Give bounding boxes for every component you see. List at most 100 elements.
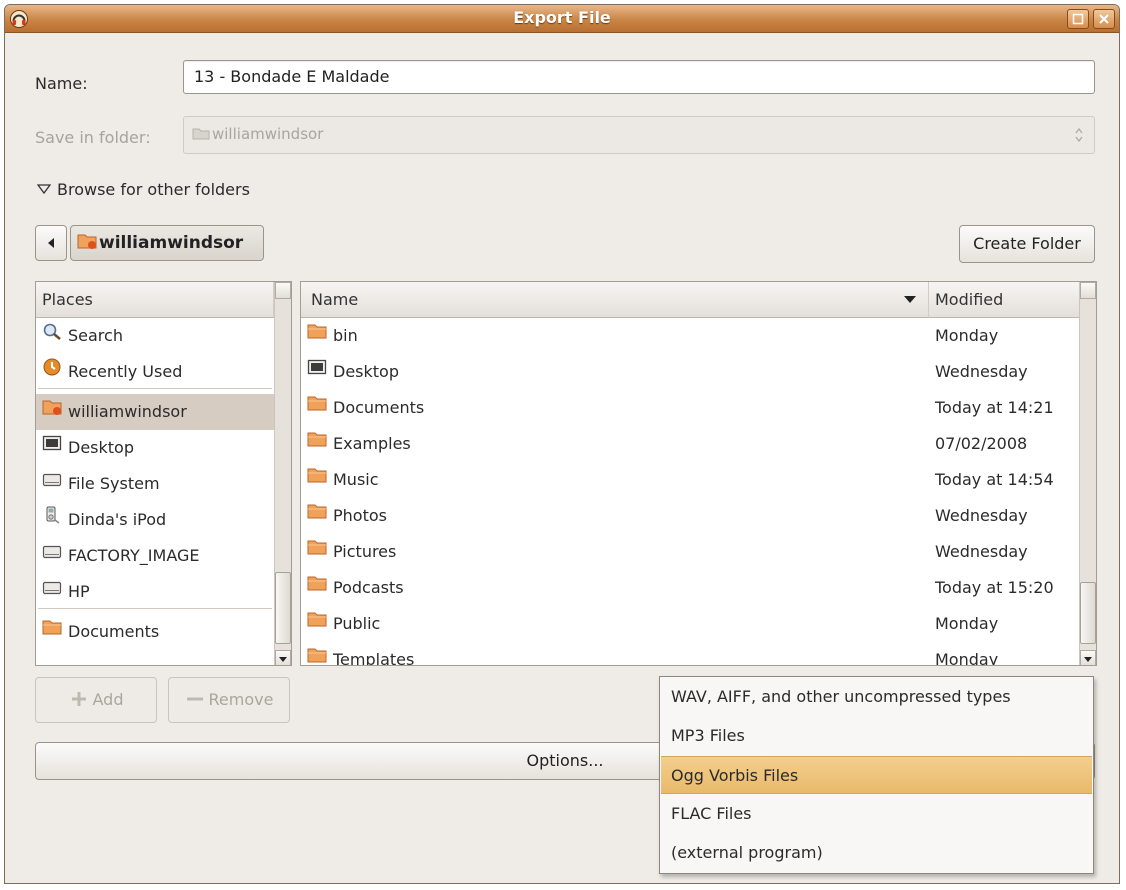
add-label: Add bbox=[92, 690, 124, 709]
title-bar[interactable]: Export File bbox=[5, 5, 1119, 33]
window-title: Export File bbox=[513, 8, 611, 27]
name-input[interactable]: 13 - Bondade E Maldade bbox=[183, 60, 1095, 94]
minus-icon bbox=[186, 697, 203, 701]
places-item[interactable]: Search bbox=[36, 318, 274, 354]
file-row[interactable]: Public Monday bbox=[301, 606, 1080, 642]
places-item[interactable]: Desktop bbox=[36, 430, 274, 466]
places-item-label: Recently Used bbox=[68, 362, 183, 381]
save-in-folder-combo: williamwindsor bbox=[183, 116, 1095, 154]
file-modified: Wednesday bbox=[935, 362, 1028, 381]
drive-icon bbox=[42, 465, 62, 501]
drive-icon bbox=[42, 573, 62, 609]
file-name: Templates bbox=[333, 650, 415, 666]
places-item[interactable]: FACTORY_IMAGE bbox=[36, 538, 274, 574]
folder-icon bbox=[307, 533, 327, 569]
down-arrow-icon bbox=[1084, 657, 1092, 662]
places-separator bbox=[38, 608, 272, 609]
combo-arrows-icon bbox=[1075, 127, 1083, 143]
sort-down-icon bbox=[904, 296, 916, 303]
places-separator bbox=[38, 388, 272, 389]
file-row[interactable]: Pictures Wednesday bbox=[301, 534, 1080, 570]
file-name: Photos bbox=[333, 506, 387, 525]
file-name: Podcasts bbox=[333, 578, 404, 597]
file-modified: Wednesday bbox=[935, 542, 1028, 561]
file-row[interactable]: Desktop Wednesday bbox=[301, 354, 1080, 390]
search-icon bbox=[42, 317, 62, 353]
folder-icon bbox=[307, 641, 327, 666]
menu-item-ogg-vorbis[interactable]: Ogg Vorbis Files bbox=[661, 756, 1092, 794]
menu-item-mp3[interactable]: MP3 Files bbox=[661, 717, 1092, 755]
close-icon bbox=[1099, 14, 1109, 24]
file-name: Documents bbox=[333, 398, 425, 417]
file-row[interactable]: Music Today at 14:54 bbox=[301, 462, 1080, 498]
files-scrollbar[interactable] bbox=[1079, 282, 1096, 665]
file-modified: Today at 14:21 bbox=[935, 398, 1054, 417]
menu-item-flac[interactable]: FLAC Files bbox=[661, 795, 1092, 833]
places-item[interactable]: Documents bbox=[36, 614, 274, 650]
remove-bookmark-button[interactable]: Remove bbox=[168, 677, 290, 723]
recent-icon bbox=[42, 353, 62, 389]
places-item[interactable]: Dinda's iPod bbox=[36, 502, 274, 538]
folder-icon bbox=[307, 389, 327, 425]
file-row[interactable]: Documents Today at 14:21 bbox=[301, 390, 1080, 426]
remove-label: Remove bbox=[208, 690, 274, 709]
file-row[interactable]: Podcasts Today at 15:20 bbox=[301, 570, 1080, 606]
desktop-icon bbox=[42, 429, 62, 465]
path-button-home[interactable]: williamwindsor bbox=[70, 225, 264, 261]
path-button-label: williamwindsor bbox=[99, 233, 244, 253]
file-modified: Monday bbox=[935, 650, 999, 666]
name-label: Name: bbox=[35, 74, 88, 93]
file-row[interactable]: bin Monday bbox=[301, 318, 1080, 354]
add-bookmark-button[interactable]: Add bbox=[35, 677, 157, 723]
name-column-header[interactable]: Name bbox=[301, 282, 929, 318]
file-name: Desktop bbox=[333, 362, 399, 381]
file-row[interactable]: Examples 07/02/2008 bbox=[301, 426, 1080, 462]
file-modified: Monday bbox=[935, 614, 999, 633]
places-item[interactable]: File System bbox=[36, 466, 274, 502]
modified-column-header[interactable]: Modified bbox=[929, 282, 1080, 318]
places-item[interactable]: HP bbox=[36, 574, 274, 610]
places-panel: Places Search Recently Used williamwindsor… bbox=[35, 281, 292, 666]
places-scrollbar[interactable] bbox=[274, 282, 291, 665]
file-modified: Today at 15:20 bbox=[935, 578, 1054, 597]
folder-icon bbox=[307, 317, 327, 353]
home-folder-icon bbox=[77, 234, 97, 249]
places-item-label: williamwindsor bbox=[68, 402, 187, 421]
folder-icon bbox=[307, 569, 327, 605]
close-button[interactable] bbox=[1093, 9, 1115, 29]
menu-item-external-program[interactable]: (external program) bbox=[661, 834, 1092, 872]
create-folder-button[interactable]: Create Folder bbox=[959, 225, 1095, 263]
places-item-label: File System bbox=[68, 474, 160, 493]
maximize-button[interactable] bbox=[1067, 9, 1089, 29]
places-item[interactable]: williamwindsor bbox=[36, 394, 274, 430]
left-arrow-icon bbox=[48, 238, 54, 248]
menu-item-uncompressed[interactable]: WAV, AIFF, and other uncompressed types bbox=[661, 678, 1092, 716]
scroll-down-arrow[interactable] bbox=[275, 650, 291, 665]
places-item-label: FACTORY_IMAGE bbox=[68, 546, 200, 565]
file-row[interactable]: Templates Monday bbox=[301, 641, 1080, 666]
file-modified: Wednesday bbox=[935, 506, 1028, 525]
places-item-label: HP bbox=[68, 582, 90, 601]
file-name: Public bbox=[333, 614, 381, 633]
scroll-down-arrow[interactable] bbox=[1080, 650, 1096, 665]
places-item[interactable]: Recently Used bbox=[36, 354, 274, 390]
places-scroll-thumb[interactable] bbox=[275, 572, 291, 644]
path-back-button[interactable] bbox=[35, 225, 67, 261]
file-name: bin bbox=[333, 326, 358, 345]
folder-icon bbox=[307, 605, 327, 641]
folder-icon bbox=[307, 425, 327, 461]
file-type-menu: WAV, AIFF, and other uncompressed types … bbox=[659, 676, 1094, 874]
folder-icon bbox=[42, 613, 62, 649]
places-item-label: Search bbox=[68, 326, 123, 345]
places-item-label: Documents bbox=[68, 622, 160, 641]
scroll-up-arrow[interactable] bbox=[275, 282, 291, 299]
folder-icon bbox=[307, 461, 327, 497]
places-header[interactable]: Places bbox=[36, 282, 274, 318]
browse-expander[interactable]: Browse for other folders bbox=[36, 180, 250, 199]
home-folder-icon bbox=[42, 393, 62, 429]
files-scroll-thumb[interactable] bbox=[1080, 582, 1096, 644]
scroll-up-arrow[interactable] bbox=[1080, 282, 1096, 299]
browse-label: Browse for other folders bbox=[57, 180, 250, 199]
file-row[interactable]: Photos Wednesday bbox=[301, 498, 1080, 534]
maximize-icon bbox=[1072, 13, 1084, 25]
